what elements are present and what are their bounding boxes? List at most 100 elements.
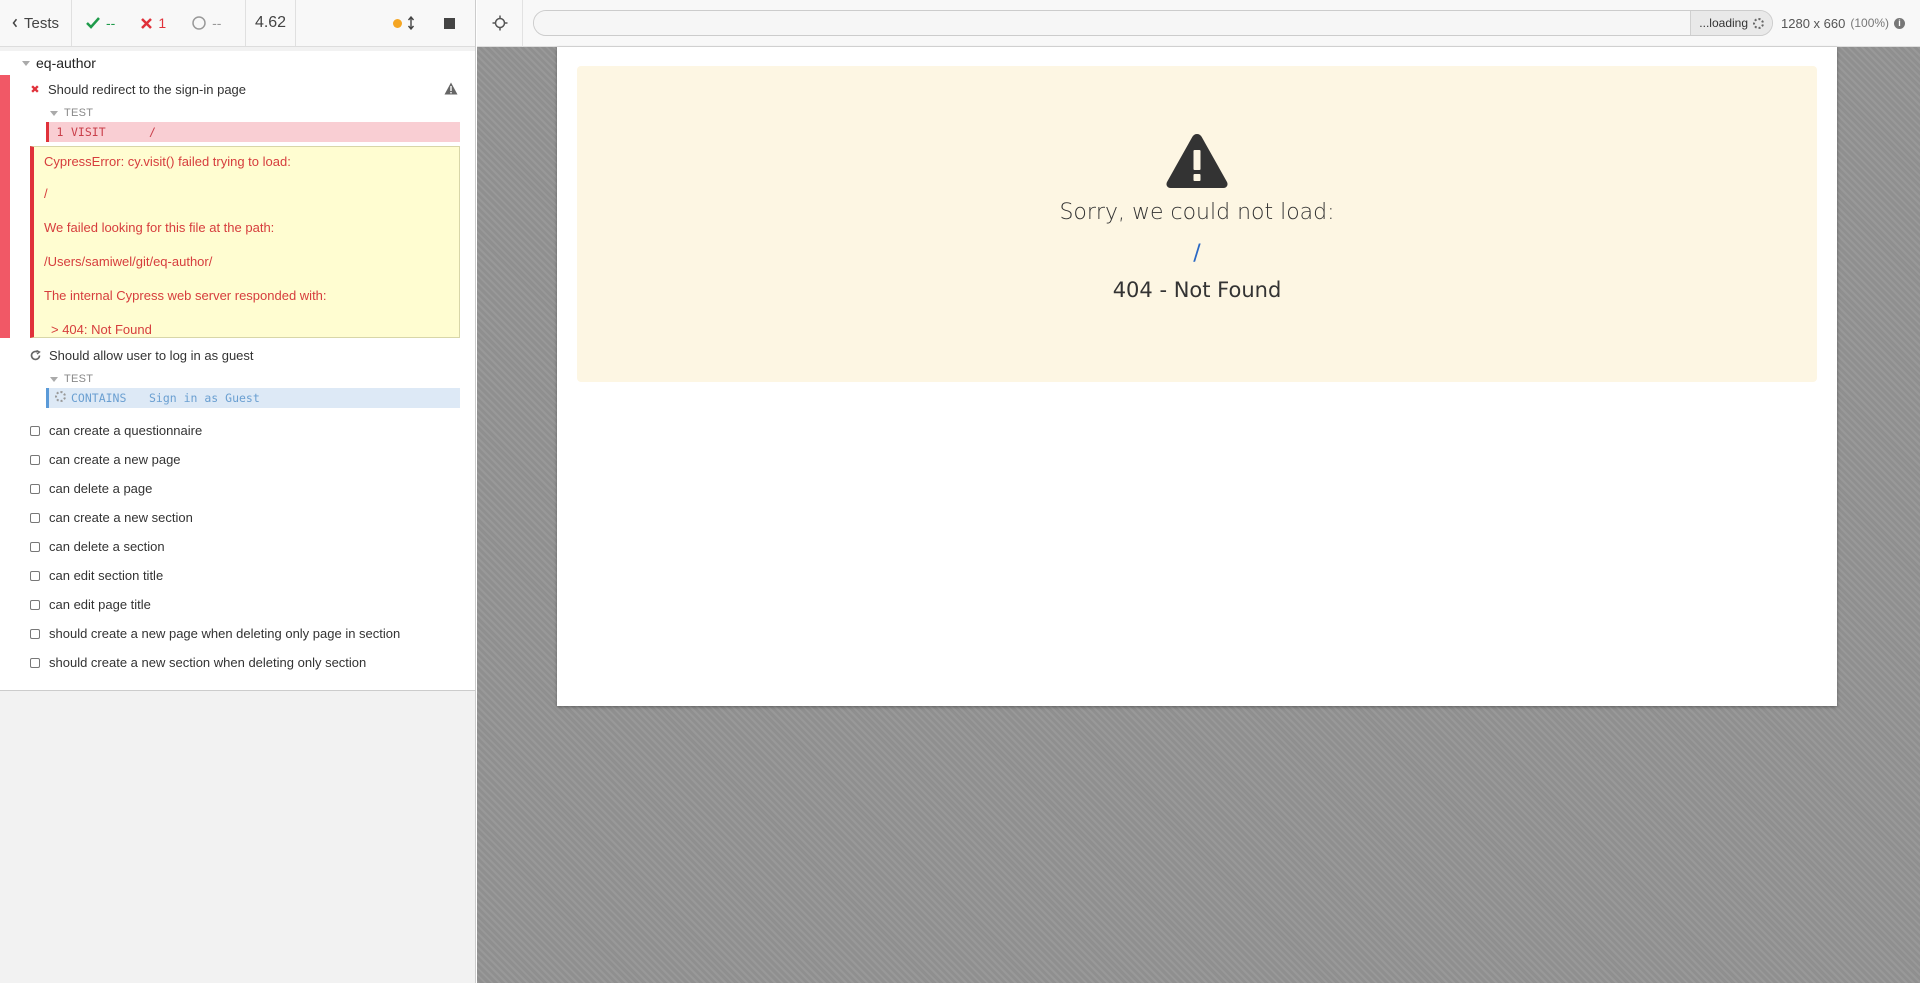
command-name: CONTAINS	[71, 391, 127, 405]
error-status: 404 - Not Found	[1112, 278, 1282, 302]
caret-down-icon	[50, 110, 58, 116]
test-row[interactable]: should create a new section when deletin…	[0, 648, 475, 677]
viewport-info: 1280 x 660 (100%) i	[1781, 15, 1906, 31]
test-row[interactable]: can delete a page	[0, 474, 475, 503]
test-section-header[interactable]: TEST	[0, 370, 475, 388]
test-row[interactable]: can create a new page	[0, 445, 475, 474]
test-title: Should redirect to the sign-in page	[48, 82, 247, 97]
passed-count: --	[86, 15, 115, 31]
error-line: > 404: Not Found	[51, 322, 152, 337]
stats: -- 1 --	[72, 0, 246, 46]
test-title: can create a new page	[49, 452, 181, 467]
test-row[interactable]: can delete a section	[0, 532, 475, 561]
test-failed: ✖ Should redirect to the sign-in page TE…	[0, 75, 475, 338]
status-dot-icon	[393, 18, 402, 28]
test-title: can edit section title	[49, 568, 164, 583]
error-path-link[interactable]: /	[1193, 241, 1200, 266]
load-error-banner: Sorry, we could not load: / 404 - Not Fo…	[577, 66, 1817, 382]
error-line: We failed looking for this file at the p…	[44, 220, 275, 235]
circle-icon	[192, 16, 206, 30]
check-icon	[86, 17, 100, 29]
url-input[interactable]	[534, 11, 1690, 35]
crosshair-icon	[492, 15, 507, 31]
error-line: /	[44, 186, 48, 201]
caret-down-icon	[22, 60, 30, 66]
suite-row[interactable]: eq-author	[0, 51, 475, 75]
test-section-header[interactable]: TEST	[0, 104, 475, 122]
failed-count: 1	[141, 15, 166, 31]
test-row[interactable]: Should allow user to log in as guest	[0, 341, 475, 370]
suite-title: eq-author	[36, 55, 96, 71]
back-label: Tests	[23, 14, 59, 32]
reporter-header: Tests -- 1 -- 4.62	[0, 0, 475, 47]
spinner-icon	[1753, 17, 1764, 29]
info-icon[interactable]: i	[1894, 17, 1906, 29]
test-row[interactable]: can create a questionnaire	[0, 416, 475, 445]
duration-value: 4.62	[254, 14, 287, 31]
test-row[interactable]: can edit section title	[0, 561, 475, 590]
passed-value: --	[106, 15, 116, 31]
pending-icon	[30, 512, 40, 523]
test-title: can delete a page	[49, 481, 153, 496]
error-message[interactable]: CypressError: cy.visit() failed trying t…	[30, 146, 460, 338]
selector-playground-button[interactable]	[477, 0, 523, 47]
viewport-size: 1280 x 660	[1781, 15, 1846, 31]
x-icon	[141, 17, 153, 29]
test-row[interactable]: ✖ Should redirect to the sign-in page	[0, 75, 475, 104]
failed-value: 1	[158, 15, 167, 31]
warning-icon[interactable]	[444, 82, 458, 95]
pending-icon	[30, 483, 40, 494]
pending-value: --	[212, 15, 222, 31]
command-number: 1	[56, 125, 64, 139]
test-title: can create a new section	[49, 510, 193, 525]
command-message: Sign in as Guest	[149, 391, 260, 405]
loading-indicator: ...loading	[1690, 11, 1772, 35]
failure-bar	[0, 75, 10, 338]
pending-count: --	[192, 15, 221, 31]
stop-icon[interactable]	[444, 17, 455, 29]
zoom-level: (100%)	[1850, 16, 1890, 30]
aut-iframe: Sorry, we could not load: / 404 - Not Fo…	[557, 47, 1837, 706]
test-row[interactable]: can edit page title	[0, 590, 475, 619]
pending-icon	[30, 570, 40, 581]
error-line: The internal Cypress web server responde…	[44, 288, 327, 303]
aut-panel: ...loading 1280 x 660 (100%) i Sorry, we…	[477, 0, 1920, 983]
command-visit[interactable]: 1 VISIT /	[46, 122, 460, 142]
arrows-vertical-icon	[408, 16, 414, 30]
url-bar: ...loading	[533, 10, 1773, 36]
section-label: TEST	[64, 373, 94, 385]
pending-icon	[30, 425, 40, 436]
error-line: /Users/samiwel/git/eq-author/	[44, 254, 213, 269]
fail-x-icon: ✖	[30, 84, 40, 96]
back-to-tests-button[interactable]: Tests	[0, 0, 72, 46]
reporter-controls	[296, 0, 475, 46]
test-row[interactable]: should create a new page when deleting o…	[0, 619, 475, 648]
test-title: Should allow user to log in as guest	[49, 348, 254, 363]
warning-triangle-icon	[1166, 134, 1228, 188]
pending-tests: can create a questionnaire can create a …	[0, 416, 475, 677]
caret-down-icon	[50, 376, 58, 382]
pending-icon	[30, 599, 40, 610]
pending-icon	[30, 657, 40, 668]
command-message: /	[149, 125, 156, 139]
chevron-left-icon	[12, 18, 18, 28]
pending-icon	[30, 541, 40, 552]
aut-header: ...loading 1280 x 660 (100%) i	[477, 0, 1920, 47]
runnables-list: eq-author ✖ Should redirect to the sign-…	[0, 51, 475, 691]
refresh-icon	[30, 350, 41, 361]
pending-icon	[30, 628, 40, 639]
error-line: CypressError: cy.visit() failed trying t…	[44, 154, 291, 169]
test-title: should create a new page when deleting o…	[49, 626, 401, 641]
test-title: can create a questionnaire	[49, 423, 203, 438]
spinner-icon	[54, 391, 66, 402]
test-row[interactable]: can create a new section	[0, 503, 475, 532]
reporter-panel: Tests -- 1 -- 4.62 eq-author ✖ Should re…	[0, 0, 476, 983]
command-name: VISIT	[71, 125, 106, 139]
command-contains[interactable]: CONTAINS Sign in as Guest	[46, 388, 460, 408]
section-label: TEST	[64, 107, 94, 119]
test-title: can edit page title	[49, 597, 151, 612]
loading-label: ...loading	[1699, 16, 1748, 30]
error-title: Sorry, we could not load:	[1059, 200, 1335, 225]
auto-scroll-toggle[interactable]	[393, 16, 414, 30]
duration: 4.62	[246, 0, 296, 46]
